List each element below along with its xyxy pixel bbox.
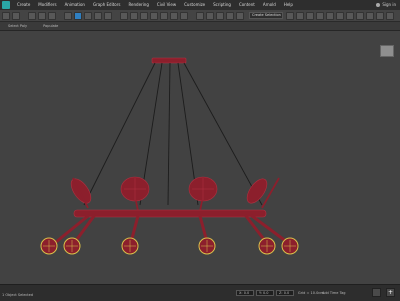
- select-filter-icon[interactable]: [64, 11, 72, 20]
- place-icon[interactable]: [150, 11, 158, 20]
- chandelier-model[interactable]: [0, 31, 400, 284]
- window-crossing-icon[interactable]: [104, 11, 112, 20]
- angle-snap-icon[interactable]: [206, 11, 214, 20]
- app-window: Create Modifiers Animation Graph Editors…: [0, 0, 400, 301]
- decorative-discs: [70, 176, 268, 204]
- bind-space-warp-icon[interactable]: [48, 11, 56, 20]
- ribbon-toggle-icon[interactable]: [326, 11, 334, 20]
- material-editor-icon[interactable]: [356, 11, 364, 20]
- mirror-icon[interactable]: [286, 11, 294, 20]
- menu-content[interactable]: Content: [235, 0, 259, 10]
- toggle-scene-explorer-icon[interactable]: [306, 11, 314, 20]
- menu-create[interactable]: Create: [13, 0, 34, 10]
- link-icon[interactable]: [28, 11, 36, 20]
- curve-editor-icon[interactable]: [336, 11, 344, 20]
- selection-status: 1 Object Selected: [2, 293, 34, 297]
- sign-in-label: Sign in: [382, 2, 396, 7]
- menu-rendering[interactable]: Rendering: [124, 0, 152, 10]
- suspension-cables: [83, 62, 263, 206]
- menu-bar: Create Modifiers Animation Graph Editors…: [0, 0, 400, 10]
- render-production-icon[interactable]: [386, 11, 394, 20]
- align-icon[interactable]: [296, 11, 304, 20]
- ribbon-tab-populate[interactable]: Populate: [35, 22, 66, 30]
- render-setup-icon[interactable]: [366, 11, 374, 20]
- select-object-icon[interactable]: [74, 11, 82, 20]
- add-time-tag-label[interactable]: Add Time Tag: [322, 291, 346, 295]
- sign-in-button[interactable]: Sign in: [376, 0, 400, 10]
- menu-modifiers[interactable]: Modifiers: [34, 0, 60, 10]
- schematic-view-icon[interactable]: [346, 11, 354, 20]
- selection-region-icon[interactable]: [94, 11, 102, 20]
- menu-help[interactable]: Help: [280, 0, 297, 10]
- menu-graph-editors[interactable]: Graph Editors: [89, 0, 124, 10]
- reference-coordinate-icon[interactable]: [160, 11, 168, 20]
- scale-icon[interactable]: [140, 11, 148, 20]
- user-icon: [376, 3, 381, 7]
- edit-named-selection-icon[interactable]: [236, 11, 244, 20]
- menu-customize[interactable]: Customize: [180, 0, 209, 10]
- menu-animation[interactable]: Animation: [61, 0, 89, 10]
- keyboard-shortcut-icon[interactable]: [180, 11, 188, 20]
- rotate-icon[interactable]: [130, 11, 138, 20]
- perspective-viewport[interactable]: [0, 31, 400, 284]
- bulb-filaments: [43, 240, 296, 252]
- redo-icon[interactable]: [12, 11, 20, 20]
- ribbon-bar: Select Poly Populate: [0, 22, 400, 31]
- menu-arnold[interactable]: Arnold: [259, 0, 280, 10]
- ribbon-tab-select-poly[interactable]: Select Poly: [0, 22, 35, 30]
- percent-snap-icon[interactable]: [216, 11, 224, 20]
- grid-size-label: Grid = 10.0cm: [298, 291, 324, 295]
- select-by-name-icon[interactable]: [84, 11, 92, 20]
- spinner-snap-icon[interactable]: [226, 11, 234, 20]
- rendered-frame-window-icon[interactable]: [376, 11, 384, 20]
- z-coordinate-field[interactable]: Z: 0.0: [276, 290, 294, 296]
- bulb-arms: [54, 214, 289, 244]
- main-toolbar: Create Selection Se: [0, 10, 400, 22]
- app-logo-icon[interactable]: [2, 1, 10, 9]
- key-mode-icon[interactable]: [372, 288, 381, 297]
- named-selection-sets-dropdown[interactable]: Create Selection Se: [249, 12, 283, 19]
- unlink-icon[interactable]: [38, 11, 46, 20]
- zoom-extents-plus-icon[interactable]: +: [386, 288, 395, 297]
- ceiling-canopy: [151, 57, 187, 64]
- undo-icon[interactable]: [2, 11, 10, 20]
- menu-scripting[interactable]: Scripting: [209, 0, 235, 10]
- move-icon[interactable]: [120, 11, 128, 20]
- status-bar: 1 Object Selected X: 0.0 Y: 0.0 Z: 0.0 G…: [0, 284, 400, 301]
- bulbs: [40, 237, 299, 255]
- menu-civil-view[interactable]: Civil View: [153, 0, 180, 10]
- layer-explorer-icon[interactable]: [316, 11, 324, 20]
- y-coordinate-field[interactable]: Y: 0.0: [256, 290, 274, 296]
- x-coordinate-field[interactable]: X: 0.0: [236, 290, 254, 296]
- horizontal-bar: [73, 209, 267, 218]
- pivot-center-icon[interactable]: [170, 11, 178, 20]
- snaps-toggle-icon[interactable]: [196, 11, 204, 20]
